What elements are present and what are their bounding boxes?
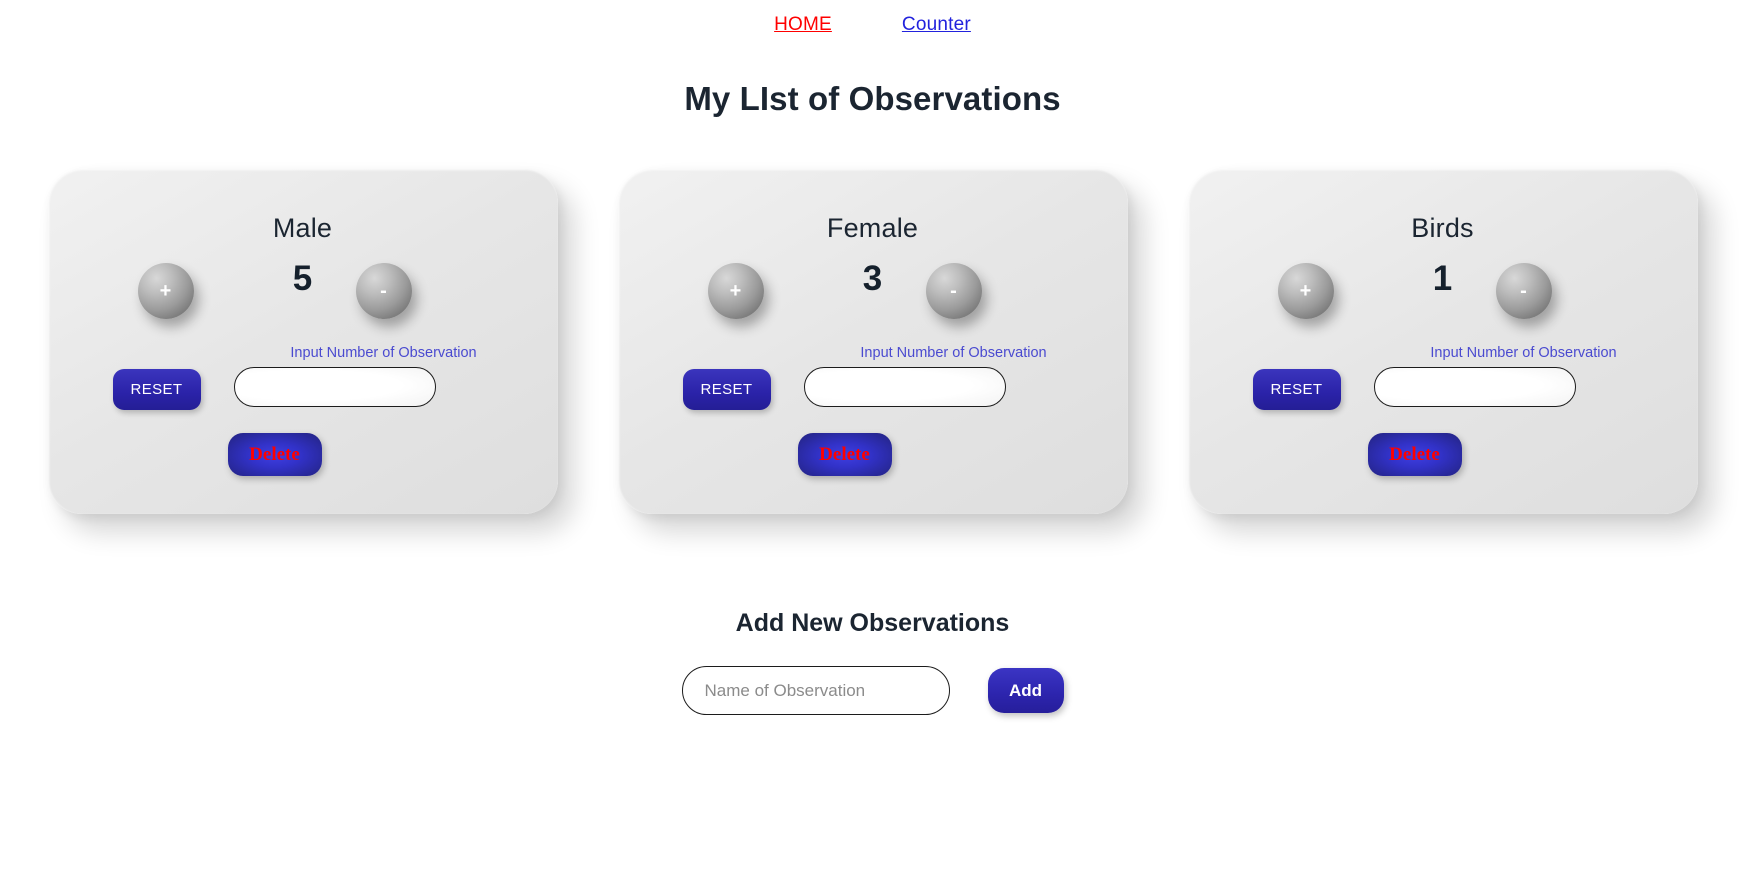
counter-value: 1 bbox=[1432, 259, 1453, 298]
counter-value: 3 bbox=[862, 259, 883, 298]
top-navigation: HOME Counter bbox=[0, 0, 1745, 36]
observation-number-input[interactable] bbox=[1373, 367, 1576, 407]
reset-button[interactable]: RESET bbox=[112, 369, 201, 410]
observation-cards-row: Male + 5 - Input Number of Observation R… bbox=[0, 169, 1745, 514]
add-button[interactable]: Add bbox=[987, 668, 1064, 713]
delete-button[interactable]: Delete bbox=[797, 433, 892, 476]
decrement-button[interactable]: - bbox=[355, 263, 412, 319]
reset-button[interactable]: RESET bbox=[682, 369, 771, 410]
observation-number-input[interactable] bbox=[803, 367, 1006, 407]
reset-button[interactable]: RESET bbox=[1252, 369, 1341, 410]
observation-number-input[interactable] bbox=[233, 367, 436, 407]
add-section-title: Add New Observations bbox=[735, 609, 1010, 637]
input-label: Input Number of Observation bbox=[290, 345, 477, 361]
input-label: Input Number of Observation bbox=[860, 345, 1047, 361]
observation-card: Male + 5 - Input Number of Observation R… bbox=[47, 169, 558, 514]
counter-row: + 5 - bbox=[48, 249, 558, 341]
counter-value: 5 bbox=[292, 259, 313, 298]
observation-card: Birds + 1 - Input Number of Observation … bbox=[1187, 169, 1698, 514]
nav-link-counter[interactable]: Counter bbox=[902, 14, 971, 36]
increment-button[interactable]: + bbox=[137, 263, 194, 319]
page-title: My LIst of Observations bbox=[684, 80, 1061, 117]
input-label: Input Number of Observation bbox=[1430, 345, 1617, 361]
delete-button[interactable]: Delete bbox=[1367, 433, 1462, 476]
increment-button[interactable]: + bbox=[1277, 263, 1334, 319]
new-observation-name-input[interactable] bbox=[681, 666, 950, 715]
increment-button[interactable]: + bbox=[707, 263, 764, 319]
decrement-button[interactable]: - bbox=[925, 263, 982, 319]
add-observation-row: Add bbox=[0, 666, 1745, 715]
counter-row: + 3 - bbox=[618, 249, 1128, 341]
card-title: Male bbox=[272, 213, 333, 243]
card-title: Female bbox=[826, 213, 919, 243]
delete-button[interactable]: Delete bbox=[227, 433, 322, 476]
decrement-button[interactable]: - bbox=[1495, 263, 1552, 319]
counter-row: + 1 - bbox=[1188, 249, 1698, 341]
card-title: Birds bbox=[1411, 213, 1474, 243]
add-observation-section: Add New Observations Add bbox=[0, 609, 1745, 715]
observation-card: Female + 3 - Input Number of Observation… bbox=[617, 169, 1128, 514]
nav-link-home[interactable]: HOME bbox=[774, 14, 832, 36]
